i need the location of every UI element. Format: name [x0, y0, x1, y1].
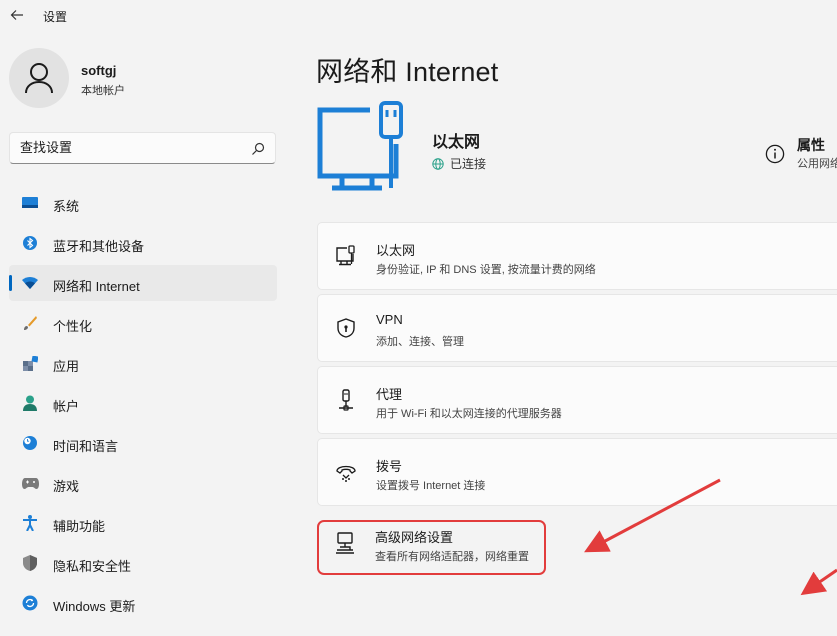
gamepad-icon [21, 475, 39, 491]
card-subtitle: 用于 Wi-Fi 和以太网连接的代理服务器 [376, 408, 562, 420]
sidebar-item-privacy[interactable]: 隐私和安全性 [9, 545, 277, 581]
sidebar-item-label: 应用 [53, 359, 80, 374]
connection-status-text: 已连接 [450, 157, 487, 171]
card-ethernet[interactable]: 以太网 身份验证, IP 和 DNS 设置, 按流量计费的网络 [317, 222, 837, 290]
sidebar-item-label: 辅助功能 [53, 519, 106, 534]
accessibility-icon [21, 515, 39, 531]
search-box[interactable] [9, 132, 276, 164]
sidebar-item-network[interactable]: 网络和 Internet [9, 265, 277, 301]
display-icon [21, 195, 39, 211]
card-dialup[interactable]: 拨号 设置拨号 Internet 连接 [317, 438, 837, 506]
sidebar-item-label: 时间和语言 [53, 439, 119, 454]
dialup-icon [336, 465, 356, 482]
sidebar-item-system[interactable]: 系统 [9, 185, 277, 221]
card-subtitle: 添加、连接、管理 [376, 336, 464, 348]
card-proxy[interactable]: 代理 用于 Wi-Fi 和以太网连接的代理服务器 [317, 366, 837, 434]
apps-icon [21, 355, 39, 371]
card-subtitle: 设置拨号 Internet 连接 [376, 480, 486, 492]
avatar [9, 48, 69, 108]
sidebar-nav: 系统 蓝牙和其他设备 网络和 Internet 个性化 应用 帐户 时间和语言 … [9, 185, 277, 625]
person-avatar-icon [25, 63, 53, 94]
ethernet-hero-icon [317, 101, 403, 191]
page-title: 网络和 Internet [316, 57, 499, 87]
sidebar-item-label: 隐私和安全性 [53, 559, 132, 574]
wifi-icon [21, 275, 39, 291]
properties-subtitle: 公用网络 [797, 158, 837, 170]
sidebar-item-accounts[interactable]: 帐户 [9, 385, 277, 421]
sidebar-item-accessibility[interactable]: 辅助功能 [9, 505, 277, 541]
sidebar-item-label: 游戏 [53, 479, 80, 494]
properties-title: 属性 [797, 137, 825, 153]
card-title: VPN [376, 312, 403, 327]
bluetooth-icon [21, 235, 39, 251]
connection-name: 以太网 [432, 134, 481, 151]
clock-globe-icon [21, 435, 39, 451]
card-title: 拨号 [376, 459, 403, 474]
sidebar-item-label: 个性化 [53, 319, 93, 334]
proxy-icon [339, 389, 353, 411]
user-name: softgj [81, 63, 117, 78]
card-vpn[interactable]: VPN 添加、连接、管理 [317, 294, 837, 362]
brush-icon [21, 315, 39, 331]
back-button[interactable] [6, 4, 28, 26]
person-icon [21, 395, 39, 411]
card-subtitle: 身份验证, IP 和 DNS 设置, 按流量计费的网络 [376, 264, 596, 276]
sidebar-item-personalization[interactable]: 个性化 [9, 305, 277, 341]
sidebar-item-apps[interactable]: 应用 [9, 345, 277, 381]
sidebar-item-label: 蓝牙和其他设备 [53, 239, 145, 254]
user-profile[interactable]: softgj 本地帐户 [9, 48, 269, 108]
shield-icon [21, 555, 39, 571]
sidebar-item-label: 系统 [53, 199, 80, 214]
back-arrow-icon [10, 10, 23, 20]
connection-status: 已连接 [432, 155, 486, 172]
sidebar-item-windows-update[interactable]: Windows 更新 [9, 585, 277, 621]
search-icon[interactable] [251, 142, 265, 156]
globe-icon [432, 157, 444, 170]
card-title: 以太网 [376, 243, 416, 258]
sidebar-item-gaming[interactable]: 游戏 [9, 465, 277, 501]
sidebar-item-label: 帐户 [53, 399, 80, 414]
sidebar-item-bluetooth[interactable]: 蓝牙和其他设备 [9, 225, 277, 261]
sidebar-item-label: 网络和 Internet [53, 279, 140, 294]
search-input[interactable] [20, 140, 240, 155]
vpn-shield-icon [337, 318, 355, 338]
app-title: 设置 [43, 10, 68, 24]
ethernet-icon [336, 245, 355, 266]
sidebar-item-label: Windows 更新 [53, 599, 136, 614]
title-bar: 设置 [0, 0, 837, 32]
card-title: 代理 [376, 387, 403, 402]
sidebar-item-time-language[interactable]: 时间和语言 [9, 425, 277, 461]
info-icon [765, 144, 785, 164]
account-type: 本地帐户 [81, 85, 125, 97]
update-icon [21, 595, 39, 611]
annotation-highlight-box [317, 520, 546, 575]
